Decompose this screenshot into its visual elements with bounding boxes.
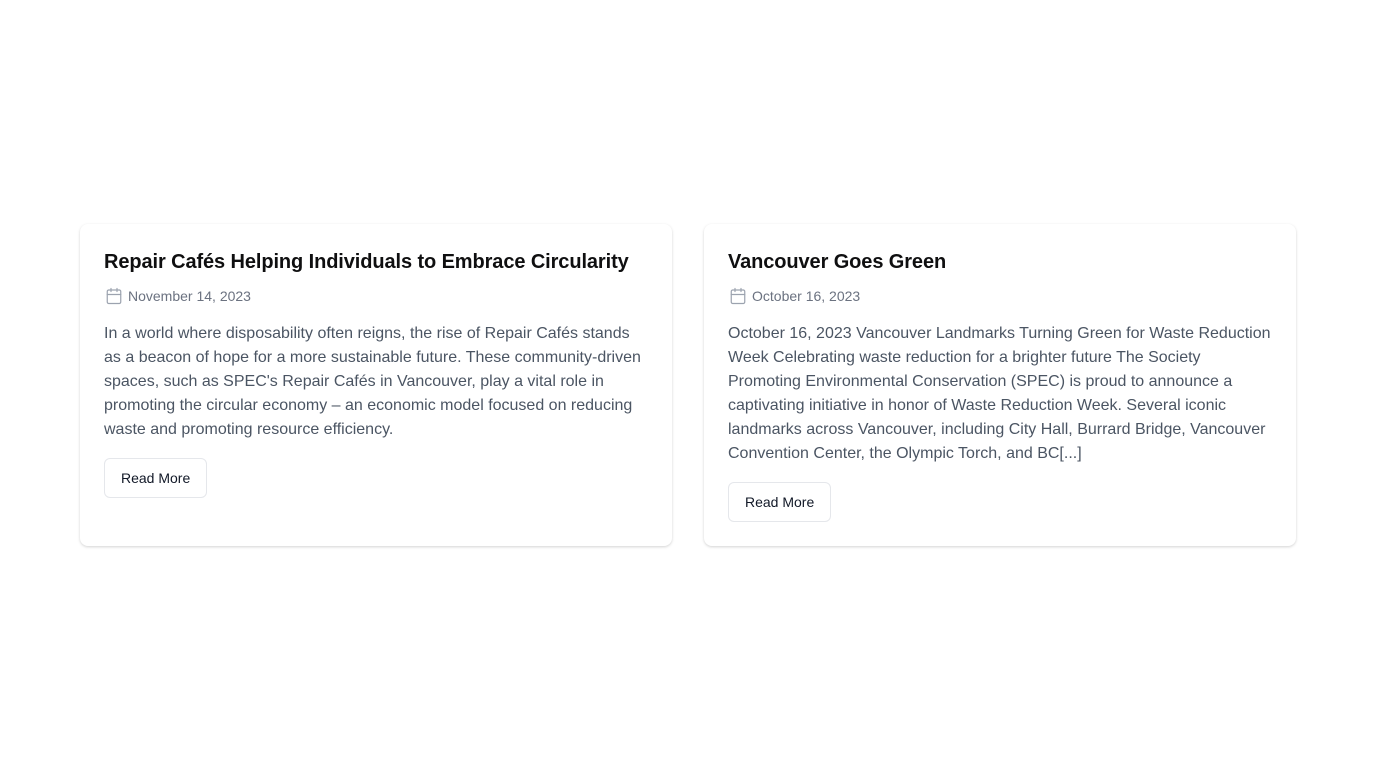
post-excerpt: In a world where disposability often rei… [104, 325, 641, 438]
post-date: October 16, 2023 [752, 288, 861, 304]
post-meta: October 16, 2023 [728, 284, 1272, 308]
read-more-button[interactable]: Read More [728, 482, 832, 522]
calendar-icon [728, 286, 748, 306]
post-title: Vancouver Goes Green [728, 251, 947, 273]
post-excerpt: October 16, 2023 Vancouver Landmarks Tur… [728, 325, 1271, 462]
posts-grid: Repair Cafés Helping Individuals to Embr… [80, 224, 1296, 546]
post-card: Vancouver Goes Green October 16, 2023 Oc… [704, 224, 1296, 546]
post-card: Repair Cafés Helping Individuals to Embr… [80, 224, 672, 546]
calendar-icon [104, 286, 124, 306]
post-title: Repair Cafés Helping Individuals to Embr… [104, 251, 629, 273]
post-date: November 14, 2023 [128, 288, 251, 304]
read-more-button[interactable]: Read More [104, 458, 208, 498]
post-meta: November 14, 2023 [104, 284, 648, 308]
